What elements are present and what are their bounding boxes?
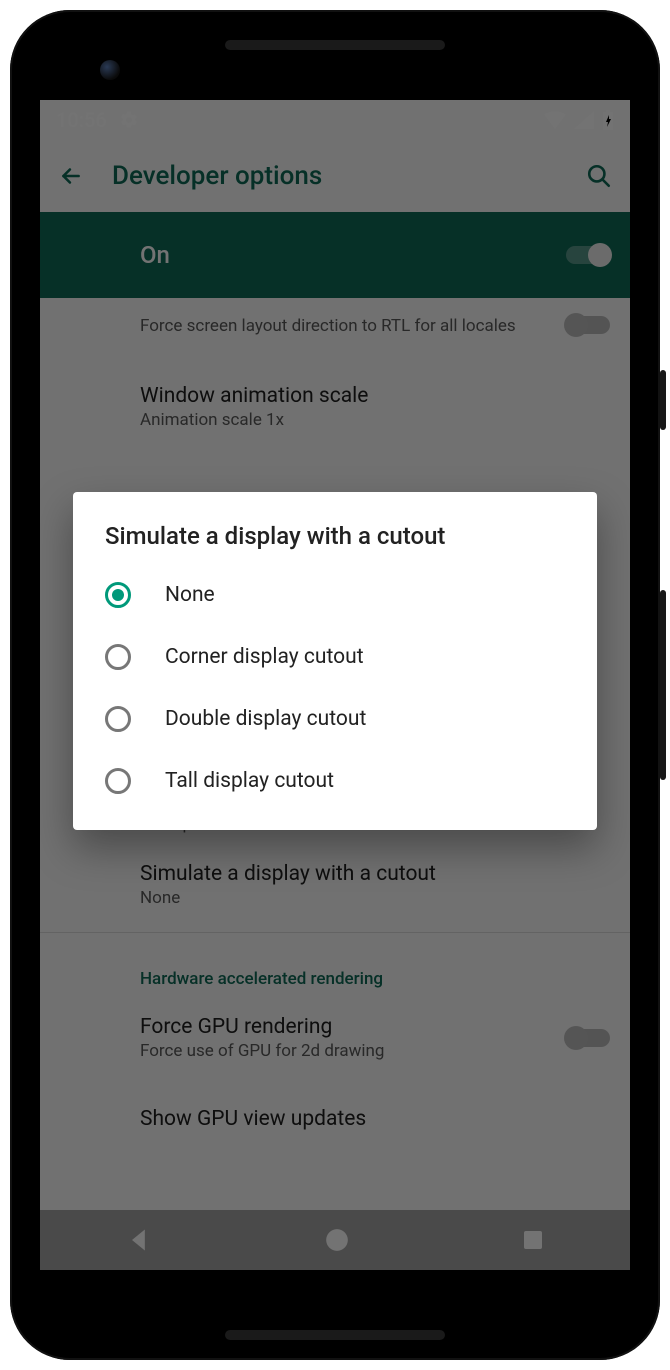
- nav-recent-icon[interactable]: [521, 1228, 545, 1252]
- setting-cutout-subtitle: None: [140, 888, 610, 908]
- nav-home-icon[interactable]: [324, 1227, 350, 1253]
- status-bar: 10:56: [40, 100, 630, 140]
- cellular-icon: [574, 111, 594, 129]
- setting-gpu-subtitle: Force use of GPU for 2d drawing: [140, 1041, 550, 1061]
- setting-gpu-title: Force GPU rendering: [140, 1015, 550, 1039]
- setting-force-gpu[interactable]: Force GPU rendering Force use of GPU for…: [40, 999, 630, 1077]
- cutout-option-label: None: [165, 583, 215, 607]
- cutout-option-corner[interactable]: Corner display cutout: [73, 626, 597, 688]
- cutout-option-label: Corner display cutout: [165, 645, 364, 669]
- setting-window-animation[interactable]: Window animation scale Animation scale 1…: [40, 352, 630, 462]
- page-title: Developer options: [112, 161, 558, 191]
- nav-back-icon[interactable]: [125, 1226, 153, 1254]
- speaker-top: [225, 40, 445, 50]
- cutout-option-label: Tall display cutout: [165, 769, 334, 793]
- setting-display-cutout[interactable]: Simulate a display with a cutout None: [40, 838, 630, 932]
- radio-icon: [105, 768, 131, 794]
- setting-force-rtl[interactable]: Force screen layout direction to RTL for…: [40, 298, 630, 352]
- status-time: 10:56: [56, 108, 107, 132]
- gear-icon: [119, 110, 139, 130]
- battery-charging-icon: [602, 110, 614, 130]
- cutout-dialog-title: Simulate a display with a cutout: [73, 522, 597, 564]
- cutout-option-double[interactable]: Double display cutout: [73, 688, 597, 750]
- master-toggle-row[interactable]: On: [40, 212, 630, 298]
- radio-selected-icon: [105, 582, 131, 608]
- side-button-power: [660, 370, 666, 430]
- speaker-bottom: [225, 1330, 445, 1340]
- force-gpu-switch[interactable]: [566, 1029, 610, 1047]
- front-camera: [100, 60, 120, 80]
- setting-wanim-subtitle: Animation scale 1x: [140, 410, 610, 430]
- side-button-volume: [660, 590, 666, 780]
- app-bar: Developer options: [40, 140, 630, 212]
- search-icon[interactable]: [586, 163, 612, 189]
- setting-show-gpu-updates[interactable]: Show GPU view updates: [40, 1077, 630, 1147]
- cutout-option-none[interactable]: None: [73, 564, 597, 626]
- navigation-bar: [40, 1210, 630, 1270]
- cutout-dialog: Simulate a display with a cutout None Co…: [73, 492, 597, 830]
- cutout-option-tall[interactable]: Tall display cutout: [73, 750, 597, 812]
- section-hw-rendering: Hardware accelerated rendering: [40, 932, 630, 999]
- radio-icon: [105, 644, 131, 670]
- setting-gpu-updates-title: Show GPU view updates: [140, 1107, 610, 1131]
- wifi-icon: [544, 111, 566, 129]
- radio-icon: [105, 706, 131, 732]
- setting-wanim-title: Window animation scale: [140, 384, 610, 408]
- setting-rtl-subtitle: Force screen layout direction to RTL for…: [140, 316, 550, 336]
- force-rtl-switch[interactable]: [566, 316, 610, 334]
- master-toggle-switch[interactable]: [566, 246, 610, 264]
- cutout-option-label: Double display cutout: [165, 707, 366, 731]
- master-toggle-label: On: [140, 241, 566, 269]
- back-arrow-icon[interactable]: [58, 163, 84, 189]
- setting-cutout-title: Simulate a display with a cutout: [140, 862, 610, 886]
